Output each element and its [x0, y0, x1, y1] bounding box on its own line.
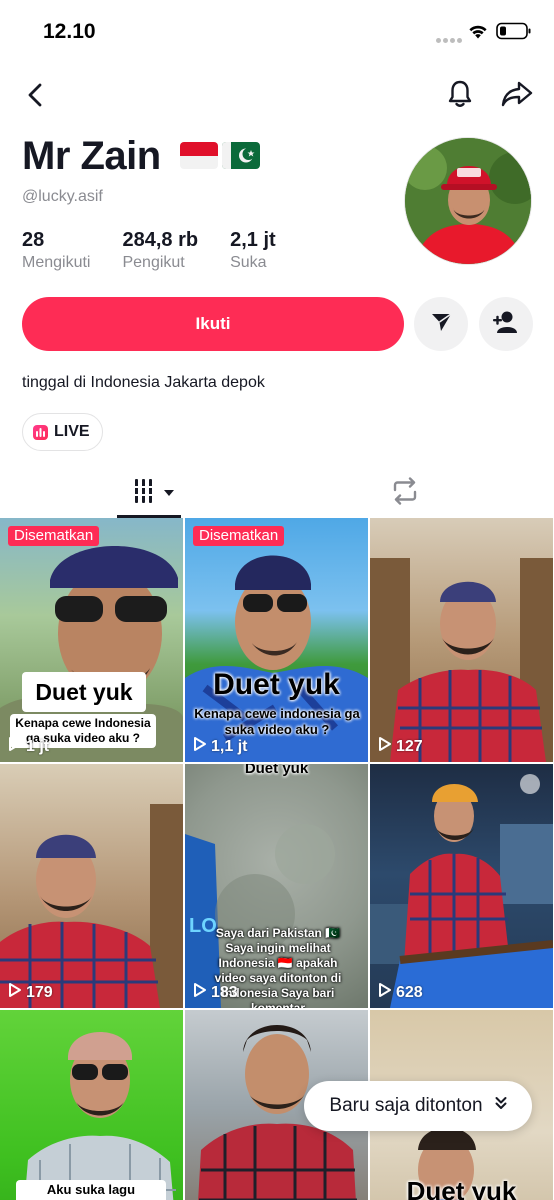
stat-followers[interactable]: 284,8 rb Pengikut: [122, 229, 198, 272]
stat-label: Pengikut: [122, 254, 185, 271]
view-count-value: 1,1 jt: [211, 737, 248, 755]
bell-icon[interactable]: [444, 78, 476, 110]
battery-icon: [496, 22, 532, 45]
profile-stats: 28 Mengikuti 284,8 rb Pengikut 2,1 jt Su…: [22, 229, 308, 272]
video-caption-text: Kenapa cewe indonesia ga suka video aku …: [194, 706, 360, 737]
flag-emojis: [180, 142, 260, 169]
stat-value: 284,8 rb: [122, 229, 199, 251]
play-icon: [8, 982, 22, 1003]
recently-watched-button[interactable]: Baru saja ditonton: [304, 1081, 532, 1131]
video-caption-title: Duet yuk: [22, 672, 146, 712]
stat-value: 2,1 jt: [230, 229, 276, 251]
back-icon[interactable]: [20, 80, 50, 110]
video-tile[interactable]: 127: [370, 518, 553, 762]
top-navigation: [0, 70, 554, 118]
play-icon: [378, 736, 392, 757]
video-tile[interactable]: LO Duet yuk Saya dari Pakistan 🇵🇰 Saya i…: [185, 764, 368, 1008]
chevron-down-icon: [164, 484, 175, 502]
view-count-value: 628: [396, 983, 423, 1001]
content-tabs: [0, 468, 554, 518]
view-count: 179: [8, 982, 53, 1003]
video-thumbnail: [24, 1032, 176, 1200]
video-caption-title: Duet yuk: [244, 764, 309, 777]
stat-label: Suka: [230, 254, 267, 271]
stat-value: 28: [22, 229, 45, 251]
view-count: 1,1 jt: [193, 736, 247, 757]
video-tile[interactable]: 628: [370, 764, 553, 1008]
view-count-value: 183: [211, 983, 238, 1001]
video-tile[interactable]: 179: [0, 764, 183, 1008]
view-count: 628: [378, 982, 423, 1003]
video-caption-title: Duet yuk: [406, 1176, 517, 1200]
pinned-badge: Disematkan: [8, 526, 100, 546]
view-count-value: 179: [26, 983, 53, 1001]
follow-button[interactable]: Ikuti: [22, 297, 404, 351]
view-count: 1 jt: [8, 736, 49, 757]
pinned-badge: Disematkan: [193, 526, 285, 546]
live-button[interactable]: LIVE: [22, 413, 103, 451]
double-chevron-down-icon: [495, 1095, 507, 1117]
video-thumbnail: [370, 558, 553, 762]
video-thumbnail: [0, 804, 183, 1008]
profile-name: Mr Zain: [22, 134, 161, 178]
avatar[interactable]: [404, 137, 532, 265]
tab-videos[interactable]: [117, 468, 181, 518]
add-friend-button[interactable]: [479, 297, 533, 351]
video-tile[interactable]: Aku suka lagu indonesia: [0, 1010, 183, 1200]
add-user-icon: [492, 310, 520, 339]
play-icon: [8, 736, 22, 757]
pakistan-flag-icon: [222, 142, 260, 169]
wifi-icon: [467, 22, 489, 45]
username: @lucky.asif: [22, 188, 103, 205]
recently-watched-label: Baru saja ditonton: [329, 1095, 483, 1116]
video-caption-text: Aku suka lagu indonesia: [16, 1180, 166, 1200]
video-tile[interactable]: Disematkan Duet yuk Kenapa cewe indonesi…: [185, 518, 368, 762]
share-icon[interactable]: [500, 78, 534, 110]
send-icon: [429, 310, 453, 339]
video-caption-title: Duet yuk: [213, 668, 340, 701]
stat-following[interactable]: 28 Mengikuti: [22, 229, 90, 272]
status-time: 12.10: [43, 20, 96, 43]
video-thumbnail: [370, 774, 553, 1008]
video-tile[interactable]: Disematkan Duet yuk Kenapa cewe Indonesi…: [0, 518, 183, 762]
stat-label: Mengikuti: [22, 254, 91, 271]
view-count-value: 127: [396, 737, 423, 755]
message-button[interactable]: [414, 297, 468, 351]
status-bar: 12.10: [0, 0, 554, 64]
view-count: 183: [193, 982, 238, 1003]
indonesia-flag-icon: [180, 142, 218, 169]
signal-icon: [436, 30, 464, 48]
view-count: 127: [378, 736, 423, 757]
view-count-value: 1 jt: [26, 737, 50, 755]
play-icon: [193, 736, 207, 757]
live-label: LIVE: [54, 423, 90, 440]
play-icon: [378, 982, 392, 1003]
play-icon: [193, 982, 207, 1003]
repost-icon: [390, 476, 420, 510]
stat-likes[interactable]: 2,1 jt Suka: [230, 229, 276, 272]
bio-text: tinggal di Indonesia Jakarta depok: [22, 374, 265, 391]
live-icon: [33, 424, 48, 440]
tab-reposts[interactable]: [385, 468, 425, 518]
